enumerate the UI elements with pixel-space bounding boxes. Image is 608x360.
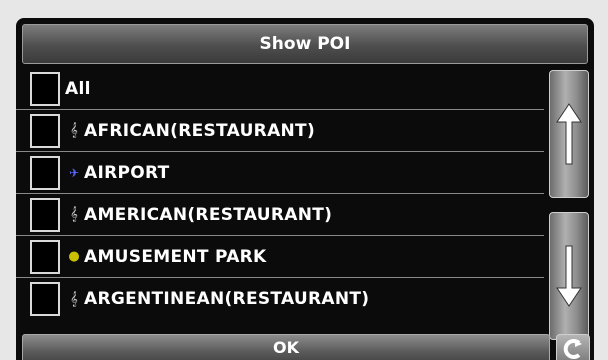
poi-row-african-restaurant[interactable]: 𝄞 AFRICAN(RESTAURANT) bbox=[16, 110, 544, 152]
poi-label: AFRICAN(RESTAURANT) bbox=[84, 120, 316, 141]
poi-label: AIRPORT bbox=[84, 162, 170, 183]
scroll-down-button[interactable] bbox=[549, 212, 589, 340]
fork-knife-icon: 𝄞 bbox=[70, 123, 78, 138]
poi-label: AMERICAN(RESTAURANT) bbox=[84, 204, 333, 225]
page-title: Show POI bbox=[22, 24, 588, 64]
poi-row-argentinean-restaurant[interactable]: 𝄞 ARGENTINEAN(RESTAURANT) bbox=[16, 278, 544, 320]
poi-label: All bbox=[65, 78, 91, 99]
checkbox[interactable] bbox=[30, 71, 60, 106]
checkbox[interactable] bbox=[30, 197, 60, 232]
poi-label: AMUSEMENT PARK bbox=[84, 246, 267, 267]
back-icon bbox=[563, 339, 582, 359]
back-button[interactable] bbox=[556, 334, 590, 360]
checkbox[interactable] bbox=[30, 113, 60, 148]
ok-button[interactable]: OK bbox=[22, 334, 550, 360]
poi-label: ARGENTINEAN(RESTAURANT) bbox=[84, 289, 370, 309]
poi-row-amusement-park[interactable]: ● AMUSEMENT PARK bbox=[16, 236, 544, 278]
checkbox[interactable] bbox=[30, 239, 60, 274]
airplane-icon: ✈ bbox=[68, 165, 80, 180]
ok-label: OK bbox=[273, 338, 299, 357]
poi-row-american-restaurant[interactable]: 𝄞 AMERICAN(RESTAURANT) bbox=[16, 194, 544, 236]
fork-knife-icon: 𝄞 bbox=[70, 207, 78, 222]
amusement-park-icon: ● bbox=[68, 249, 80, 264]
poi-row-all[interactable]: All bbox=[16, 68, 544, 110]
arrow-up-icon bbox=[556, 103, 582, 165]
poi-list: All 𝄞 AFRICAN(RESTAURANT) ✈ AIRPORT 𝄞 AM… bbox=[16, 68, 544, 320]
poi-row-airport[interactable]: ✈ AIRPORT bbox=[16, 152, 544, 194]
show-poi-screen: Show POI All 𝄞 AFRICAN(RESTAURANT) ✈ AIR… bbox=[16, 18, 594, 360]
scroll-up-button[interactable] bbox=[549, 70, 589, 198]
arrow-down-icon bbox=[556, 245, 582, 307]
fork-knife-icon: 𝄞 bbox=[70, 291, 78, 307]
checkbox[interactable] bbox=[30, 155, 60, 190]
checkbox[interactable] bbox=[30, 282, 60, 316]
